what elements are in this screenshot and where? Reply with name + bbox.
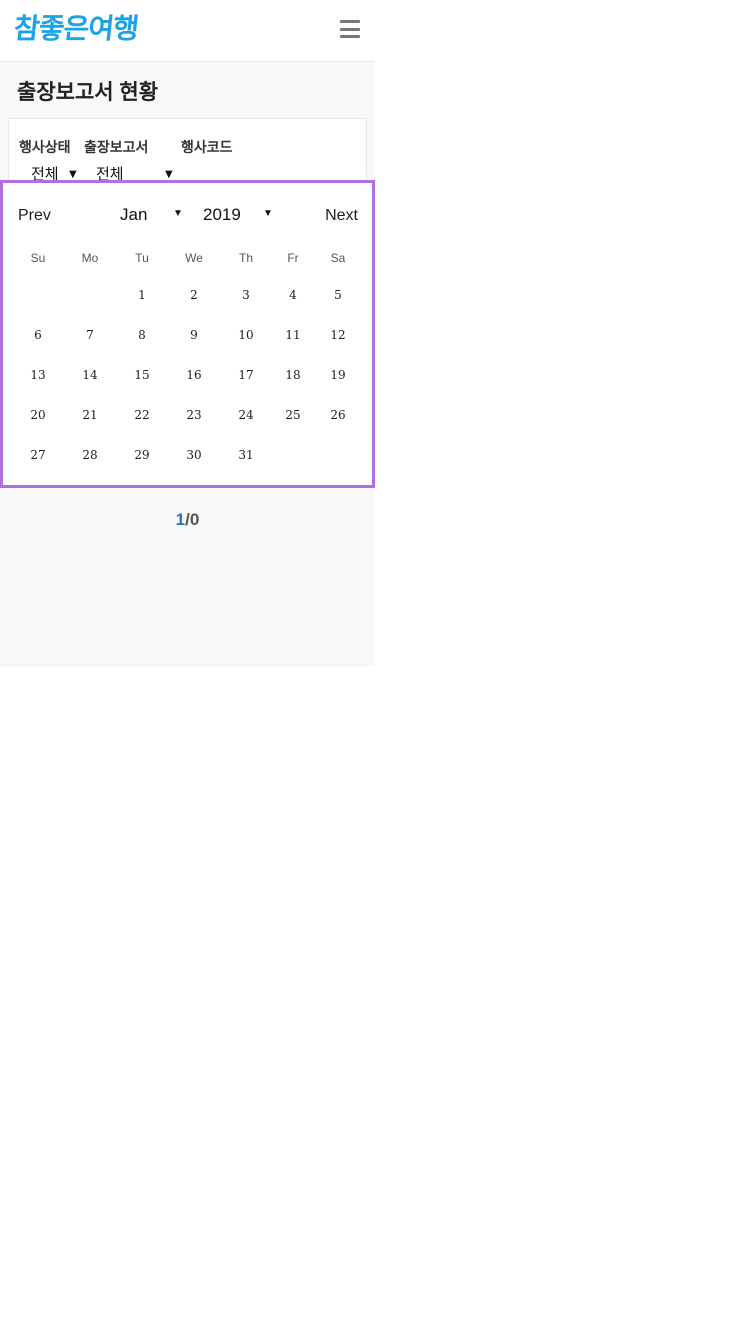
prev-month-button[interactable]: Prev <box>18 207 51 225</box>
chevron-down-icon: ▼ <box>263 208 273 219</box>
calendar-day[interactable]: 22 <box>127 405 157 425</box>
weekday-header: Mo <box>81 251 99 265</box>
calendar-day[interactable]: 8 <box>127 325 157 345</box>
brand-logo[interactable]: 참좋은여행 <box>12 12 139 46</box>
calendar-day[interactable]: 28 <box>75 445 105 465</box>
calendar-day[interactable]: 3 <box>231 285 261 305</box>
pagination: 1/0 <box>0 510 375 530</box>
calendar-day[interactable]: 30 <box>179 445 209 465</box>
calendar-day[interactable]: 4 <box>278 285 308 305</box>
year-value: 2019 <box>203 205 241 224</box>
calendar-day <box>23 285 53 305</box>
next-month-button[interactable]: Next <box>325 207 358 225</box>
page-title: 출장보고서 현황 <box>17 81 159 104</box>
hamburger-menu-icon[interactable] <box>340 20 360 38</box>
top-bar: 참좋은여행 <box>0 0 375 62</box>
calendar-day[interactable]: 7 <box>75 325 105 345</box>
weekday-header: Fr <box>287 251 299 265</box>
calendar-day[interactable]: 9 <box>179 325 209 345</box>
calendar-day[interactable]: 5 <box>323 285 353 305</box>
chevron-down-icon: ▼ <box>173 208 183 219</box>
calendar-day[interactable]: 25 <box>278 405 308 425</box>
year-select[interactable]: 2019 ▼ <box>203 205 273 225</box>
month-value: Jan <box>120 205 148 224</box>
calendar-day[interactable]: 6 <box>23 325 53 345</box>
calendar-day[interactable]: 12 <box>323 325 353 345</box>
calendar-day[interactable]: 29 <box>127 445 157 465</box>
event-status-label: 행사상태 <box>19 139 71 155</box>
report-label: 출장보고서 <box>84 139 149 155</box>
weekday-header: Th <box>238 251 253 265</box>
calendar-day[interactable]: 19 <box>323 365 353 385</box>
weekday-header: We <box>185 251 203 265</box>
calendar-day[interactable]: 17 <box>231 365 261 385</box>
weekday-header: Sa <box>330 251 346 265</box>
calendar-day <box>278 445 308 465</box>
menu-bar-line <box>340 27 360 31</box>
calendar-day[interactable]: 18 <box>278 365 308 385</box>
app-screen: 참좋은여행 출장보고서 현황 행사상태 출장보고서 행사코드 전체 ▼ 전체 ▼… <box>0 0 375 667</box>
calendar-day[interactable]: 20 <box>23 405 53 425</box>
chevron-down-icon: ▼ <box>69 169 77 180</box>
menu-bar-line <box>340 20 360 23</box>
calendar-day[interactable]: 1 <box>127 285 157 305</box>
event-code-label: 행사코드 <box>181 139 233 155</box>
weekday-header: Su <box>30 251 46 265</box>
calendar-day <box>323 445 353 465</box>
calendar-day[interactable]: 21 <box>75 405 105 425</box>
calendar-day[interactable]: 14 <box>75 365 105 385</box>
total-pages: 0 <box>189 510 200 529</box>
datepicker-calendar: Prev Jan ▼ 2019 ▼ Next Su Mo Tu We Th Fr… <box>0 180 375 488</box>
calendar-day <box>75 285 105 305</box>
chevron-down-icon: ▼ <box>165 169 173 180</box>
calendar-day[interactable]: 2 <box>179 285 209 305</box>
current-page[interactable]: 1 <box>176 510 185 529</box>
calendar-day[interactable]: 16 <box>179 365 209 385</box>
calendar-day[interactable]: 23 <box>179 405 209 425</box>
menu-bar-line <box>340 35 360 38</box>
calendar-day[interactable]: 27 <box>23 445 53 465</box>
weekday-header: Tu <box>135 251 149 265</box>
calendar-day[interactable]: 10 <box>231 325 261 345</box>
calendar-day[interactable]: 31 <box>231 445 261 465</box>
calendar-day[interactable]: 13 <box>23 365 53 385</box>
calendar-day[interactable]: 15 <box>127 365 157 385</box>
calendar-day[interactable]: 11 <box>278 325 308 345</box>
calendar-day[interactable]: 24 <box>231 405 261 425</box>
month-select[interactable]: Jan ▼ <box>120 205 183 225</box>
calendar-day[interactable]: 26 <box>323 405 353 425</box>
